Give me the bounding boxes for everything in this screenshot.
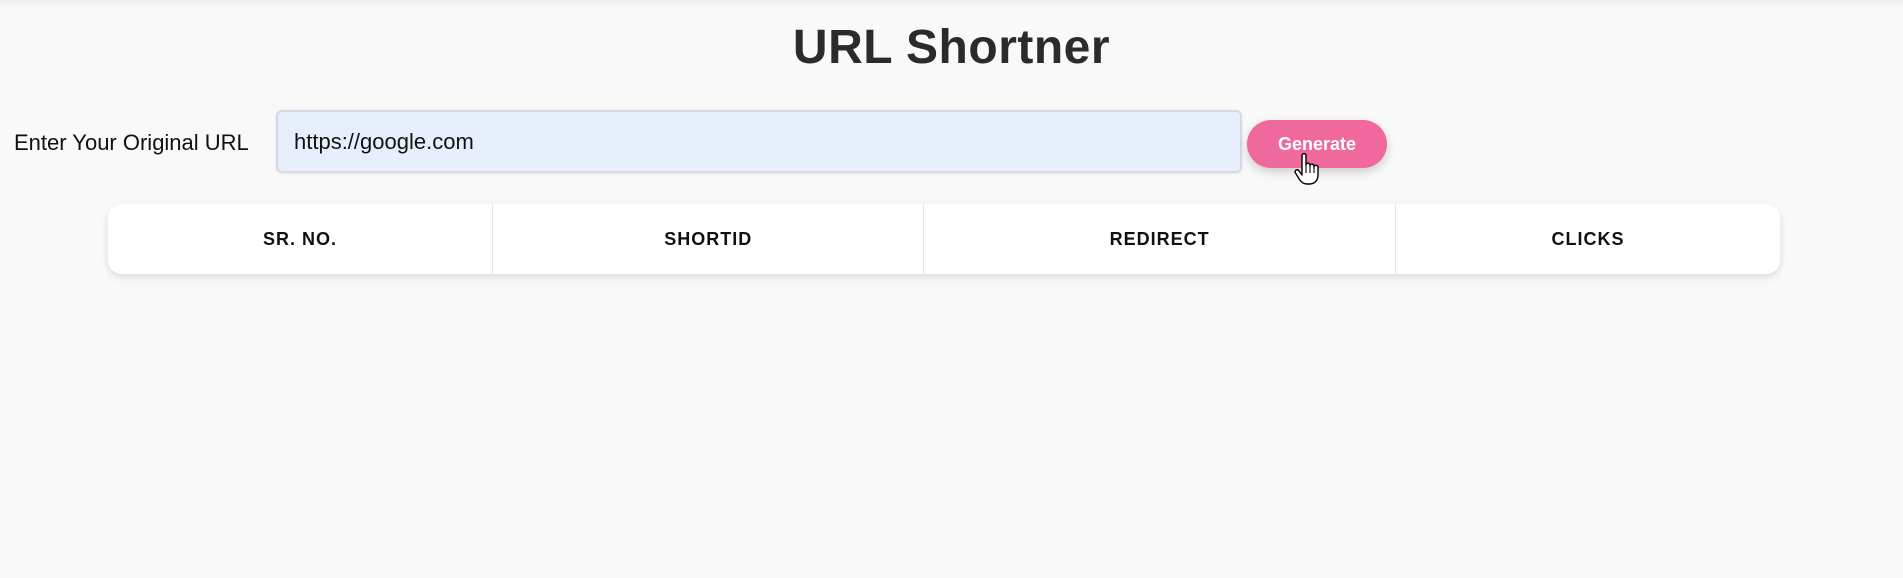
urls-table: SR. NO. SHORTID REDIRECT CLICKS <box>108 204 1780 274</box>
header-redirect: REDIRECT <box>923 204 1396 274</box>
header-clicks: CLICKS <box>1394 204 1780 274</box>
table-header-row: SR. NO. SHORTID REDIRECT CLICKS <box>108 204 1780 274</box>
header-shortid: SHORTID <box>492 204 924 274</box>
hand-pointer-cursor-icon <box>1294 153 1319 185</box>
header-sr-no: SR. NO. <box>263 228 338 249</box>
url-label: Enter Your Original URL <box>14 130 249 155</box>
url-input[interactable] <box>276 110 1242 173</box>
page-title: URL Shortner <box>792 21 1111 74</box>
top-shade <box>0 0 1903 8</box>
urls-table-card: SR. NO. SHORTID REDIRECT CLICKS <box>108 204 1780 274</box>
